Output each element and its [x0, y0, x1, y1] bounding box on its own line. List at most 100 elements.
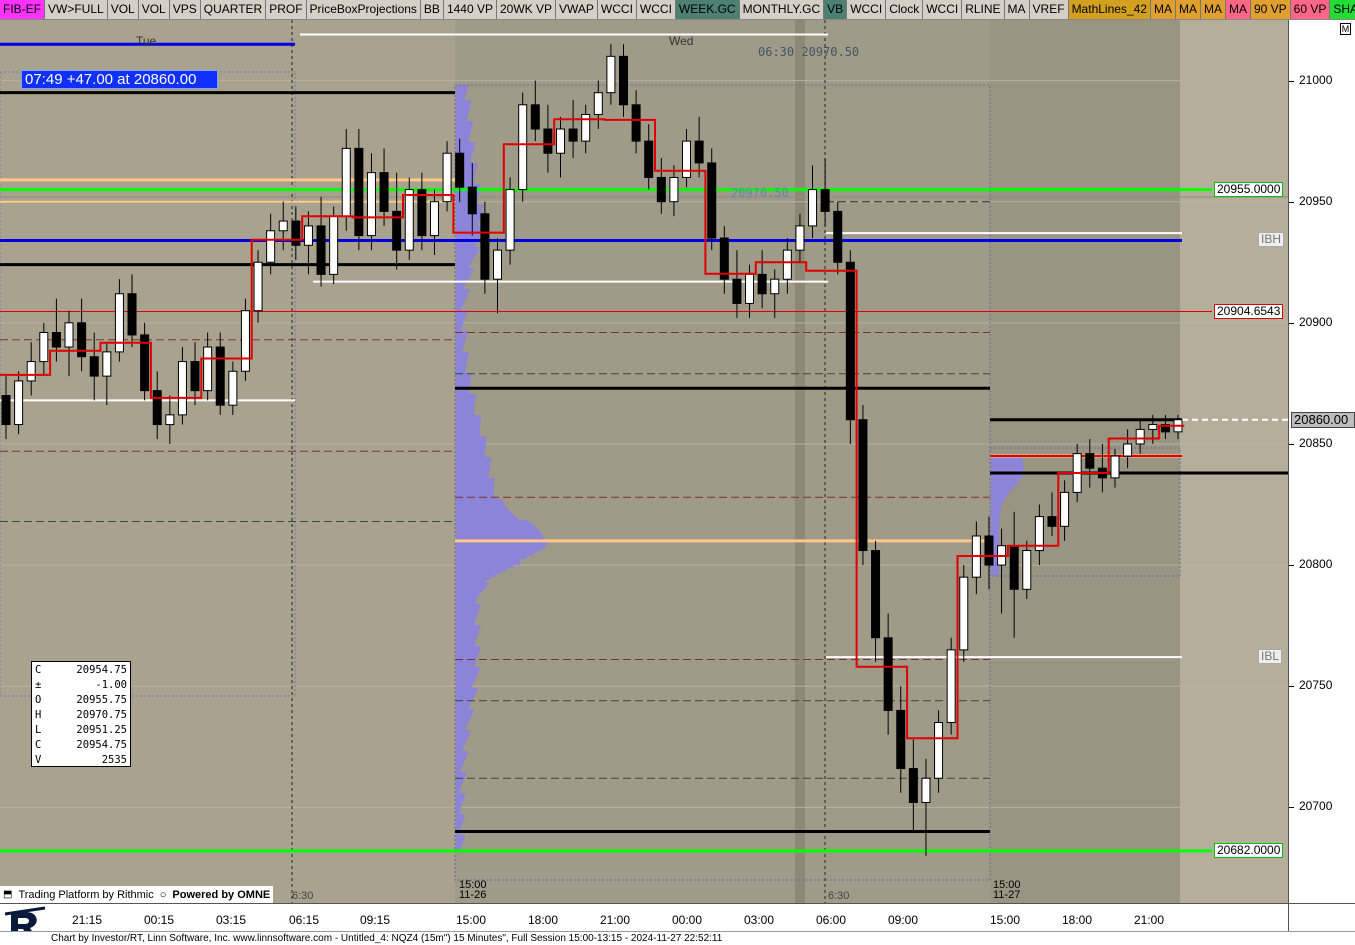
y-tick-mark: [1289, 565, 1294, 567]
candle-body: [1085, 453, 1095, 469]
toolbar-button-ma-25[interactable]: MA: [1175, 0, 1201, 19]
m-button[interactable]: M: [1340, 23, 1351, 35]
x-tick-label: 06:00: [816, 913, 847, 927]
candle-body: [518, 104, 528, 191]
time-axis[interactable]: 21:15 00:15 03:15 06:15 09:15 15:00 18:00 21:00…: [0, 903, 1288, 931]
toolbar-button-mathlines-42-23[interactable]: MathLines_42: [1068, 0, 1151, 19]
x-tick-label: 21:15: [72, 913, 103, 927]
candle-body: [492, 249, 502, 280]
candle-body: [1022, 550, 1032, 590]
price-plot[interactable]: [0, 20, 1288, 903]
session-label-1127: 15:00 11-27: [993, 879, 1021, 901]
toolbar-button-wcci-13[interactable]: WCCI: [636, 0, 676, 19]
candle-body: [568, 128, 578, 142]
level-price-tag: 20955.0000: [1214, 181, 1284, 197]
toolbar-button-vref-22[interactable]: VREF: [1029, 0, 1069, 19]
candle-body: [316, 225, 326, 275]
candle-body: [329, 215, 339, 275]
candle-body: [669, 176, 679, 203]
x-tick-label: 06:15: [289, 913, 320, 927]
toolbar-button-prof-6[interactable]: PROF: [266, 0, 307, 19]
candle-body: [291, 220, 301, 246]
candle-body: [240, 310, 250, 372]
y-tick-mark: [1289, 322, 1294, 324]
note-high-price: 20970.50: [731, 186, 789, 200]
y-tick-mark: [1289, 201, 1294, 203]
price-axis[interactable]: M 20860.00 21000 20950 20900 20850 20800 2075…: [1288, 20, 1355, 903]
y-tick-label: 20900: [1299, 314, 1333, 329]
candle-body: [1047, 516, 1057, 527]
x-tick-label: 15:00: [990, 913, 1021, 927]
candle-body: [795, 225, 805, 251]
toolbar-button-ma-27[interactable]: MA: [1225, 0, 1251, 19]
ohlc-row: H 20970.75: [35, 709, 127, 721]
toolbar-button-ma-24[interactable]: MA: [1150, 0, 1176, 19]
candle-body: [379, 172, 389, 212]
toolbar-button-vw-full-1[interactable]: VW>FULL: [45, 0, 108, 19]
x-tick-label: 00:00: [672, 913, 703, 927]
rithmic-credit: Trading Platform by Rithmic: [18, 888, 154, 901]
candle-body: [366, 172, 376, 237]
toolbar-button-vps-4[interactable]: VPS: [169, 0, 201, 19]
candle-body: [1135, 428, 1145, 445]
candle-body: [152, 390, 162, 426]
toolbar-button-vb-16[interactable]: VB: [824, 0, 848, 19]
candle-body: [89, 356, 99, 377]
candle-body: [64, 322, 74, 348]
toolbar-button-ma-21[interactable]: MA: [1004, 0, 1030, 19]
candle-body: [127, 293, 137, 336]
toolbar-button-priceboxprojections-7[interactable]: PriceBoxProjections: [306, 0, 421, 19]
toolbar-button-clock-18[interactable]: Clock: [886, 0, 924, 19]
chart-area[interactable]: Tue Wed 07:49 +47.00 at 20860.00 06:30 2…: [0, 20, 1288, 903]
session-label-630-b: 6:30: [828, 890, 850, 902]
toolbar-button-fib-ef-0[interactable]: FIB-EF: [0, 0, 45, 19]
candle-body: [896, 709, 906, 770]
toolbar-button-rline-20[interactable]: RLINE: [962, 0, 1005, 19]
toolbar-button-20wk-vp-10[interactable]: 20WK VP: [496, 0, 557, 19]
toolbar-button-vwap-11[interactable]: VWAP: [556, 0, 598, 19]
y-tick-mark: [1289, 807, 1294, 809]
toolbar-button-vol-3[interactable]: VOL: [138, 0, 170, 19]
toolbar-button-wcci-17[interactable]: WCCI: [847, 0, 887, 19]
session-band-future: [1180, 20, 1288, 903]
x-tick-label: 03:15: [216, 913, 247, 927]
candle-body: [228, 370, 238, 406]
ohlc-row: C 20954.75: [35, 664, 127, 676]
axis-corner: [1288, 903, 1355, 931]
candle-body: [26, 361, 36, 382]
candle-body: [946, 649, 956, 724]
candle-body: [354, 147, 364, 237]
omne-credit: Powered by OMNE: [172, 888, 271, 901]
toolbar-button-60-vp-29[interactable]: 60 VP: [1290, 0, 1331, 19]
y-tick-label: 20850: [1299, 435, 1333, 450]
ohlc-row: O 20955.75: [35, 694, 127, 706]
toolbar-button-bb-8[interactable]: BB: [420, 0, 444, 19]
toolbar-button-quarter-5[interactable]: QUARTER: [200, 0, 267, 19]
candle-body: [782, 249, 792, 280]
omne-icon: ○: [159, 888, 167, 901]
toolbar-button-monthly-gc-15[interactable]: MONTHLY.GC: [739, 0, 825, 19]
candle-body: [278, 220, 288, 232]
toolbar-button-wcci-19[interactable]: WCCI: [923, 0, 963, 19]
toolbar-button-vol-2[interactable]: VOL: [107, 0, 139, 19]
ohlc-data-box: C 20954.75 ± -1.00 O 20955.75 H 20970.75 L 20951.…: [31, 661, 131, 767]
ohlc-row: V 2535: [35, 754, 127, 766]
candle-body: [543, 128, 553, 154]
toolbar-button-shape-30[interactable]: SHAPE: [1330, 0, 1355, 19]
toolbar-button-90-vp-28[interactable]: 90 VP: [1250, 0, 1291, 19]
candle-body: [934, 722, 944, 779]
ib-tag-ibl: IBL: [1258, 649, 1283, 665]
ohlc-row: C 20954.75: [35, 739, 127, 751]
candle-body: [694, 140, 704, 164]
y-tick-label: 21000: [1299, 72, 1333, 87]
toolbar-button-wcci-12[interactable]: WCCI: [597, 0, 637, 19]
candle-body: [530, 104, 540, 130]
toolbar-button-ma-26[interactable]: MA: [1200, 0, 1226, 19]
candle-body: [203, 346, 213, 392]
toolbar-button-1440-vp-9[interactable]: 1440 VP: [443, 0, 497, 19]
position-banner[interactable]: 07:49 +47.00 at 20860.00: [21, 70, 218, 89]
y-tick-label: 20800: [1299, 557, 1333, 572]
toolbar-button-week-gc-14[interactable]: WEEK.GC: [675, 0, 740, 19]
candle-body: [631, 104, 641, 142]
candle-body: [177, 361, 187, 416]
